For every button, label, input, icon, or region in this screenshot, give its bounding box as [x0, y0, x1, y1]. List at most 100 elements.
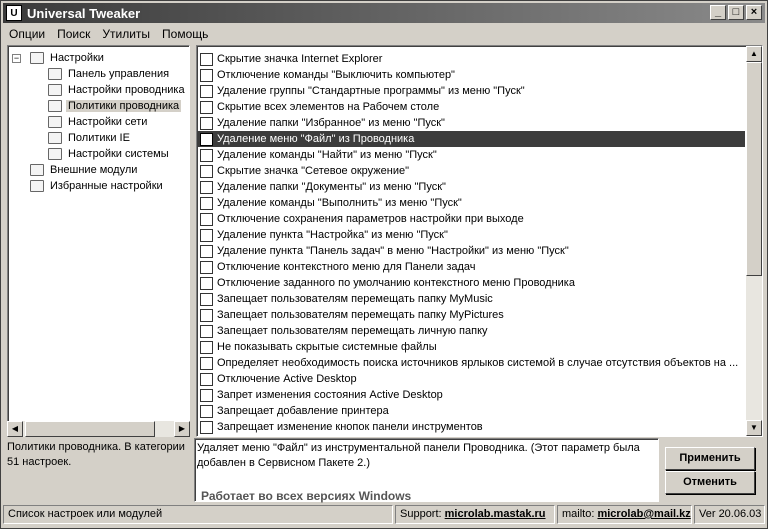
setting-label: Отключение сохранения параметров настрой… [217, 213, 524, 225]
tree-item[interactable]: Политики проводника [48, 98, 182, 114]
setting-row[interactable]: Удаление команды "Выполнить" из меню "Пу… [197, 195, 745, 211]
close-button[interactable]: × [746, 5, 762, 20]
setting-label: Не показывать скрытые системные файлы [217, 341, 437, 353]
tree-item[interactable]: Панель управления [48, 66, 171, 82]
title-bar[interactable]: U Universal Tweaker _ □ × [3, 3, 765, 23]
setting-row[interactable]: Запещает пользователям перемещать личную… [197, 323, 745, 339]
setting-row[interactable]: Отключение команды "Выключить компьютер" [197, 67, 745, 83]
setting-label: Отключение контекстного меню для Панели … [217, 261, 476, 273]
tree-item[interactable]: Настройки сети [48, 114, 149, 130]
setting-checkbox[interactable] [200, 164, 213, 178]
list-vertical-scrollbar[interactable]: ▲ ▼ [746, 46, 762, 436]
setting-label: Удаление папки "Избранное" из меню "Пуск… [217, 117, 445, 129]
setting-checkbox[interactable] [200, 100, 213, 114]
scroll-up-icon[interactable]: ▲ [746, 46, 762, 62]
menu-help[interactable]: Помощь [156, 27, 214, 41]
minimize-button[interactable]: _ [710, 5, 726, 20]
window-title: Universal Tweaker [27, 5, 141, 21]
setting-label: Удаление папки "Документы" из меню "Пуск… [217, 181, 446, 193]
setting-row[interactable]: Запрет изменения состояния Active Deskto… [197, 387, 745, 403]
setting-row[interactable]: Скрытие значка "Сетевое окружение" [197, 163, 745, 179]
setting-row[interactable]: Не показывать скрытые системные файлы [197, 339, 745, 355]
tree-item[interactable]: Политики IE [48, 130, 132, 146]
settings-list[interactable]: Запрещает изменение кнопок панели инстру… [196, 45, 763, 437]
setting-row[interactable]: Удаление команды "Найти" из меню "Пуск" [197, 147, 745, 163]
setting-checkbox[interactable] [200, 388, 213, 402]
setting-checkbox[interactable] [200, 420, 213, 434]
setting-row[interactable]: Отключение контекстного меню для Панели … [197, 259, 745, 275]
tree-scroll-thumb[interactable] [25, 421, 155, 437]
scroll-down-icon[interactable]: ▼ [746, 420, 762, 436]
setting-row[interactable]: Запрещает изменение кнопок панели инстру… [197, 419, 745, 435]
version-label: Ver 20.06.03 [694, 505, 765, 524]
maximize-button[interactable]: □ [728, 5, 744, 20]
menu-utilities[interactable]: Утилиты [96, 27, 156, 41]
tree-item[interactable]: Избранные настройки [30, 178, 165, 194]
menu-options[interactable]: Опции [3, 27, 51, 41]
tree-item[interactable]: Внешние модули [30, 162, 139, 178]
setting-checkbox[interactable] [200, 52, 213, 66]
menu-search[interactable]: Поиск [51, 27, 96, 41]
folder-icon [48, 132, 62, 144]
setting-row[interactable]: Скрытие всех элементов на Рабочем столе [197, 99, 745, 115]
setting-checkbox[interactable] [200, 356, 213, 370]
setting-checkbox[interactable] [200, 84, 213, 98]
setting-checkbox[interactable] [200, 292, 213, 306]
tree-horizontal-scrollbar[interactable]: ◀ ▶ [7, 421, 190, 437]
setting-checkbox[interactable] [200, 116, 213, 130]
setting-checkbox[interactable] [200, 340, 213, 354]
mail-label: mailto: [562, 508, 595, 520]
setting-checkbox[interactable] [200, 148, 213, 162]
setting-row[interactable]: Отключение заданного по умолчанию контек… [197, 275, 745, 291]
tree-expander[interactable]: − [12, 54, 21, 63]
support-link[interactable]: microlab.mastak.ru [445, 508, 546, 520]
scroll-right-icon[interactable]: ▶ [174, 421, 190, 437]
tree-item[interactable]: Настройки системы [48, 146, 171, 162]
setting-checkbox[interactable] [200, 212, 213, 226]
mail-panel: mailto: microlab@mail.kz [557, 505, 692, 524]
setting-row[interactable]: Отключение сохранения параметров настрой… [197, 211, 745, 227]
setting-checkbox[interactable] [200, 276, 213, 290]
mail-link[interactable]: microlab@mail.kz [597, 508, 690, 520]
setting-row[interactable]: Удаление группы "Стандартные программы" … [197, 83, 745, 99]
setting-label: Удаление пункта "Настройка" из меню "Пус… [217, 229, 448, 241]
setting-row[interactable]: Запещает пользователям перемещать папку … [197, 307, 745, 323]
tree-item-label: Политики IE [68, 132, 130, 144]
setting-row[interactable]: Удаление папки "Документы" из меню "Пуск… [197, 179, 745, 195]
setting-checkbox[interactable] [200, 196, 213, 210]
setting-checkbox[interactable] [200, 308, 213, 322]
setting-label: Отключение заданного по умолчанию контек… [217, 277, 575, 289]
setting-checkbox[interactable] [200, 404, 213, 418]
setting-checkbox[interactable] [200, 180, 213, 194]
setting-row[interactable]: Удаление пункта "Настройка" из меню "Пус… [197, 227, 745, 243]
list-scroll-thumb[interactable] [746, 62, 762, 276]
setting-row[interactable]: Удаление меню "Файл" из Проводника [197, 131, 745, 147]
setting-row[interactable]: Скрытие значка Internet Explorer [197, 51, 745, 67]
setting-checkbox[interactable] [200, 324, 213, 338]
setting-checkbox[interactable] [200, 244, 213, 258]
setting-label: Скрытие значка "Сетевое окружение" [217, 165, 410, 177]
setting-checkbox[interactable] [200, 372, 213, 386]
cancel-button[interactable]: Отменить [665, 471, 755, 494]
setting-label: Запрет изменения состояния Active Deskto… [217, 389, 443, 401]
apply-button[interactable]: Применить [665, 447, 755, 470]
setting-row[interactable]: Удаление папки "Избранное" из меню "Пуск… [197, 115, 745, 131]
setting-row[interactable]: Определяет необходимость поиска источник… [197, 355, 745, 371]
setting-checkbox[interactable] [200, 228, 213, 242]
description-panel: Удаляет меню "Файл" из инструментальной … [194, 438, 659, 503]
setting-checkbox[interactable] [200, 132, 213, 146]
tree-item-label: Политики проводника [66, 100, 182, 112]
tree-item[interactable]: Настройки проводника [48, 82, 187, 98]
setting-checkbox[interactable] [200, 260, 213, 274]
setting-row[interactable]: Запещает пользователям перемещать папку … [197, 291, 745, 307]
setting-checkbox[interactable] [200, 68, 213, 82]
setting-row[interactable]: Запрещает добавление принтера [197, 403, 745, 419]
setting-label: Удаление команды "Выполнить" из меню "Пу… [217, 197, 462, 209]
settings-tree[interactable]: − Настройки Панель управления Настройки пр… [7, 45, 190, 437]
scroll-left-icon[interactable]: ◀ [7, 421, 23, 437]
setting-label: Запрещает изменение кнопок панели инстру… [217, 421, 483, 433]
tree-root-icon [30, 164, 44, 176]
tree-item[interactable]: Настройки [30, 50, 106, 66]
setting-row[interactable]: Удаление пункта "Панель задач" в меню "Н… [197, 243, 745, 259]
setting-row[interactable]: Отключение Active Desktop [197, 371, 745, 387]
